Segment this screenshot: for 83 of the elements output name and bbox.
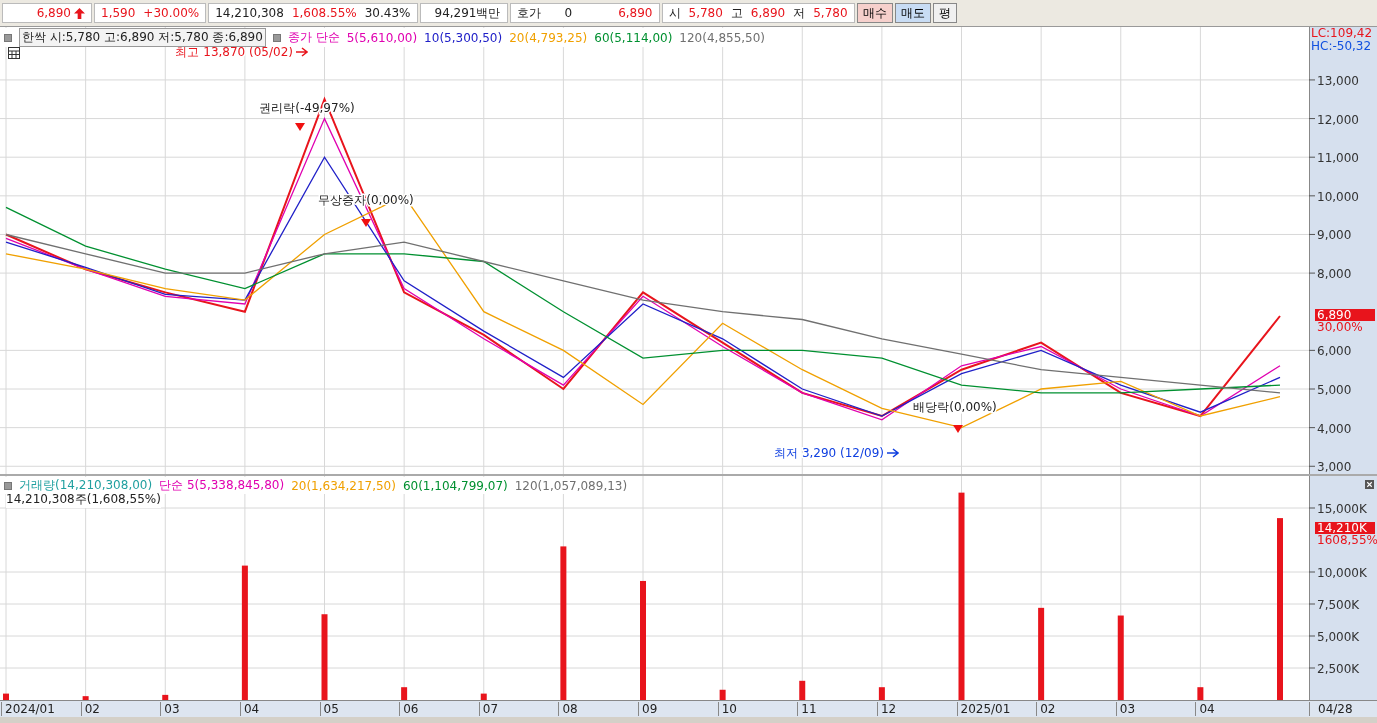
date-label: 02: [1036, 702, 1056, 716]
volume-text: 14,210,308: [215, 6, 284, 20]
legend-item: 120(1,057,089,13): [514, 478, 628, 493]
bid-quantity: 0: [564, 6, 573, 20]
date-label: 09: [638, 702, 658, 716]
legend-item: 10(5,300,50): [424, 30, 503, 45]
date-label: 03: [1115, 702, 1136, 716]
change-percent: 1608,55%: [1315, 534, 1377, 547]
amount-text: 94,291백만: [434, 4, 501, 22]
axis-label: 6,000: [1317, 344, 1352, 359]
order-button[interactable]: 매도: [894, 3, 931, 23]
turnover-text: 30.43%: [364, 6, 411, 20]
legend-item: 거래량(14,210,308,00): [19, 477, 153, 493]
axis-label: 11,000: [1317, 151, 1359, 166]
legend-item: 120(4,855,50): [679, 30, 766, 45]
close-icon[interactable]: [1365, 480, 1374, 489]
axis-label: 3,000: [1317, 460, 1352, 474]
legend-item: 20(1,634,217,50): [291, 478, 396, 493]
volume-tag: 14,210K: [1315, 522, 1375, 535]
lc-value: LC:109,42: [1311, 27, 1373, 40]
price-text: 6,890: [36, 6, 71, 20]
open-label: 시: [668, 4, 681, 22]
axis-label: 5,000K: [1317, 630, 1360, 644]
date-label: 05: [319, 702, 339, 716]
legend-icon: [272, 33, 281, 42]
annotation-label: 최저 3,290 (12/09): [774, 446, 884, 460]
high-label: 고: [730, 4, 743, 22]
order-button[interactable]: 매수: [856, 3, 893, 23]
legend-item: 60(5,114,00): [594, 30, 673, 45]
date-label: 12: [876, 702, 897, 716]
legend-item: 단순 5(5,338,845,80): [159, 477, 285, 493]
marker-icon: [953, 425, 963, 433]
axis-label: 13,000: [1317, 73, 1359, 88]
axis-label: 10,000: [1317, 189, 1359, 204]
arrow-icon: [296, 47, 308, 57]
date-label: 03: [160, 702, 180, 716]
low-price: 5,780: [813, 6, 848, 20]
ma-type-label: 종가 단순: [287, 29, 340, 46]
arrow-icon: [887, 448, 899, 458]
stock-summary: 한싹 시:5,780 고:6,890 저:5,780 종:6,890: [19, 28, 266, 47]
volume-summary: 14,210,308주(1,608,55%): [6, 491, 161, 508]
axis-label: 12,000: [1317, 112, 1359, 127]
price-tag: 6,890: [1315, 309, 1375, 321]
date-label: 02: [80, 702, 100, 716]
bid-price: 6,890: [618, 6, 653, 20]
up-arrow-icon: [74, 7, 85, 19]
order-button[interactable]: 평: [932, 3, 957, 23]
open-price: 5,780: [688, 6, 723, 20]
axis-label: 5,000: [1317, 383, 1352, 397]
marker-icon: [295, 123, 305, 131]
table-icon[interactable]: [8, 47, 20, 59]
legend-item: 20(4,793,25): [509, 30, 588, 45]
high-price: 6,890: [750, 6, 786, 20]
change-rate-text: +30.00%: [143, 6, 200, 20]
axis-label: 10,000K: [1317, 566, 1367, 580]
date-label: 04/28: [1309, 702, 1353, 716]
legend-item: 5(5,610,00): [346, 30, 418, 45]
hc-value: HC:-50,32: [1311, 40, 1373, 53]
legend-item: 60(1,104,799,07): [402, 478, 508, 493]
axis-label: 9,000: [1317, 228, 1352, 243]
legend-icon: [4, 481, 12, 490]
marker-icon: [361, 219, 371, 227]
axis-label: 4,000: [1317, 421, 1352, 436]
annotation-label: 배당락(0,00%): [913, 400, 997, 414]
date-label: 10: [717, 702, 737, 716]
date-label: 2024/01: [1, 702, 55, 716]
date-label: 07: [478, 702, 499, 716]
axis-label: 15,000K: [1317, 502, 1367, 516]
date-label: 08: [558, 702, 578, 716]
date-label: 11: [797, 702, 817, 716]
axis-label: 2,500K: [1317, 662, 1360, 676]
legend-icon: [4, 33, 12, 42]
date-label: 04: [1195, 702, 1215, 716]
volume-rate-text: 1,608.55%: [291, 6, 357, 20]
axis-label: 7,500K: [1317, 598, 1360, 612]
axis-label: 8,000: [1317, 267, 1352, 282]
date-label: 2025/01: [956, 702, 1011, 716]
date-label: 04: [239, 702, 260, 716]
bid-label: 호가: [516, 4, 541, 22]
annotation-label: 최고 13,870 (05/02): [175, 45, 293, 59]
date-label: 06: [399, 702, 419, 716]
low-label: 저: [793, 4, 806, 22]
change-text: 1,590: [101, 6, 136, 20]
